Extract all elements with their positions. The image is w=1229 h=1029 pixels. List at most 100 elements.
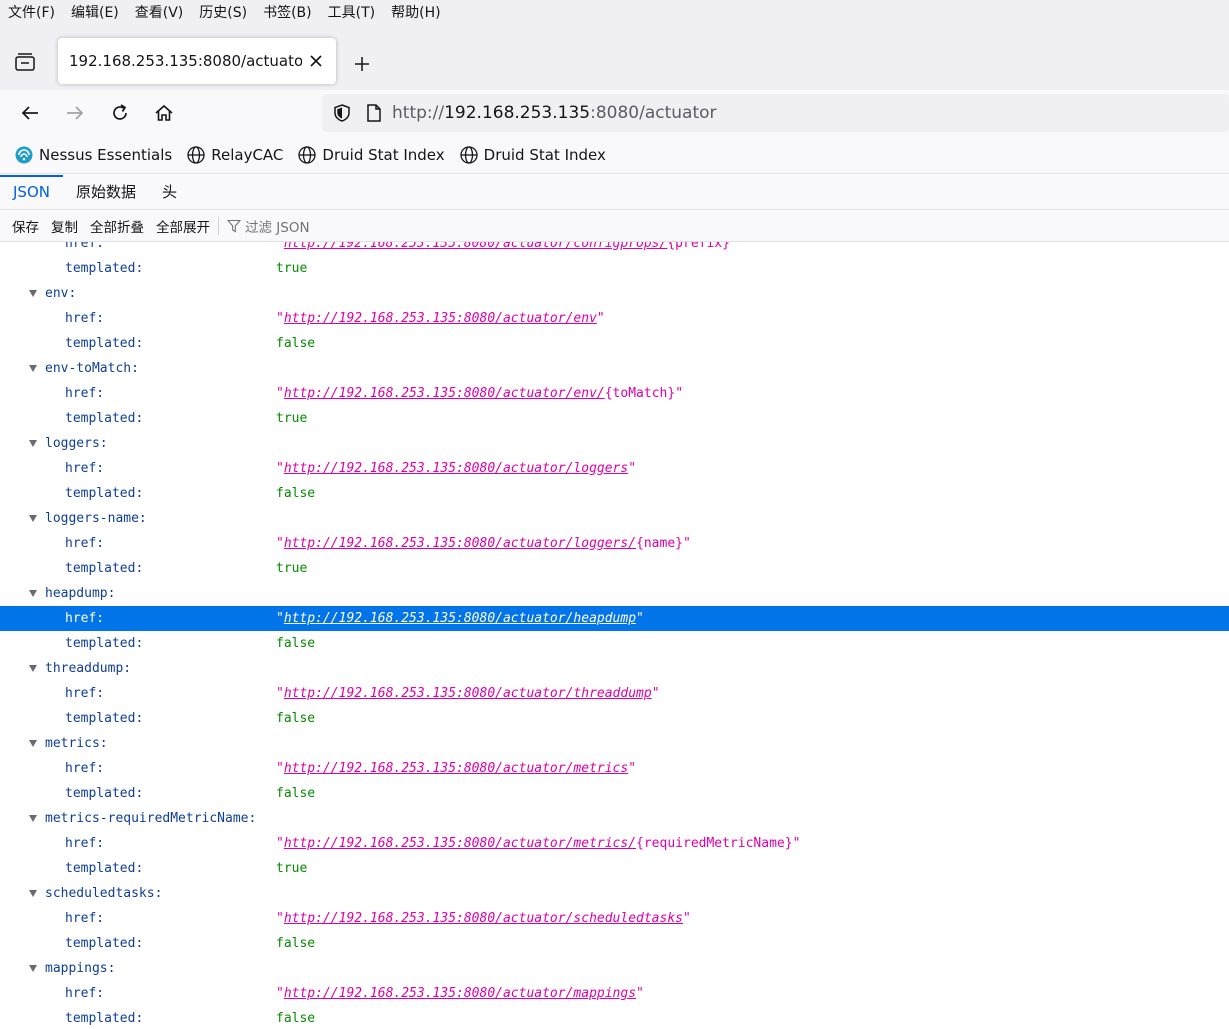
json-bool-value: false xyxy=(276,711,316,726)
tree-leaf-row[interactable]: href: "http://192.168.253.135:8080/actuat… xyxy=(0,381,1229,406)
tree-leaf-row[interactable]: templated: false xyxy=(0,331,1229,356)
json-link[interactable]: http://192.168.253.135:8080/actuator/met… xyxy=(284,836,636,851)
tree-leaf-row[interactable]: href: "http://192.168.253.135:8080/actuat… xyxy=(0,981,1229,1006)
bookmark-druid-1[interactable]: Druid Stat Index xyxy=(297,145,445,165)
new-tab-button[interactable] xyxy=(348,51,376,77)
json-key: templated: xyxy=(65,711,144,726)
tree-leaf-row[interactable]: templated: false xyxy=(0,1006,1229,1029)
menu-tools[interactable]: 工具(T) xyxy=(328,2,375,22)
json-string-value: "http://192.168.253.135:8080/actuator/me… xyxy=(276,761,637,776)
tab-list-button[interactable] xyxy=(10,50,40,76)
json-key: heapdump: xyxy=(45,586,116,601)
tree-object-row[interactable]: metrics-requiredMetricName: xyxy=(0,806,1229,831)
tree-leaf-row[interactable]: href: "http://192.168.253.135:8080/actuat… xyxy=(0,456,1229,481)
tree-leaf-row[interactable]: href: "http://192.168.253.135:8080/actuat… xyxy=(0,756,1229,781)
tree-leaf-row[interactable]: href: "http://192.168.253.135:8080/actuat… xyxy=(0,906,1229,931)
json-string-value: "http://192.168.253.135:8080/actuator/en… xyxy=(276,386,684,401)
json-link[interactable]: http://192.168.253.135:8080/actuator/env xyxy=(284,311,597,326)
twisty-expanded-icon[interactable] xyxy=(29,440,37,447)
bookmark-druid-2[interactable]: Druid Stat Index xyxy=(459,145,606,165)
menu-view[interactable]: 查看(V) xyxy=(135,2,184,22)
tab-json[interactable]: JSON xyxy=(0,175,63,210)
collapse-all-button[interactable]: 全部折叠 xyxy=(84,216,150,236)
tab-strip: 192.168.253.135:8080/actuator xyxy=(0,24,1229,90)
menu-help[interactable]: 帮助(H) xyxy=(391,2,440,22)
tree-object-row[interactable]: heapdump: xyxy=(0,581,1229,606)
json-link[interactable]: http://192.168.253.135:8080/actuator/sch… xyxy=(284,911,683,926)
back-button[interactable] xyxy=(16,99,44,127)
url-host: 192.168.253.135 xyxy=(444,103,591,123)
url-text[interactable]: http://192.168.253.135:8080/actuator xyxy=(392,103,717,123)
tree-leaf-row[interactable]: templated: false xyxy=(0,931,1229,956)
tree-leaf-row[interactable]: href: "http://192.168.253.135:8080/actuat… xyxy=(0,831,1229,856)
json-link[interactable]: http://192.168.253.135:8080/actuator/met… xyxy=(284,761,628,776)
tree-leaf-row[interactable]: templated: false xyxy=(0,631,1229,656)
twisty-expanded-icon[interactable] xyxy=(29,815,37,822)
json-string-value: "http://192.168.253.135:8080/actuator/th… xyxy=(276,686,660,701)
tab-actuator[interactable]: 192.168.253.135:8080/actuator xyxy=(58,38,336,84)
tree-leaf-row[interactable]: href: "http://192.168.253.135:8080/actuat… xyxy=(0,606,1229,631)
json-key: templated: xyxy=(65,786,144,801)
json-bool-value: false xyxy=(276,786,316,801)
tree-object-row[interactable]: loggers-name: xyxy=(0,506,1229,531)
reload-button[interactable] xyxy=(106,99,134,127)
json-link[interactable]: http://192.168.253.135:8080/actuator/env… xyxy=(284,386,605,401)
twisty-expanded-icon[interactable] xyxy=(29,590,37,597)
twisty-expanded-icon[interactable] xyxy=(29,515,37,522)
tree-leaf-row[interactable]: templated: true xyxy=(0,856,1229,881)
json-link[interactable]: http://192.168.253.135:8080/actuator/log… xyxy=(284,461,628,476)
tree-leaf-row[interactable]: href: "http://192.168.253.135:8080/actuat… xyxy=(0,242,1229,256)
globe-icon xyxy=(459,145,479,165)
tree-leaf-row[interactable]: templated: false xyxy=(0,781,1229,806)
page-icon[interactable] xyxy=(366,103,382,123)
json-link[interactable]: http://192.168.253.135:8080/actuator/map… xyxy=(284,986,636,1001)
json-link[interactable]: http://192.168.253.135:8080/actuator/thr… xyxy=(284,686,652,701)
tree-leaf-row[interactable]: templated: false xyxy=(0,706,1229,731)
json-link[interactable]: http://192.168.253.135:8080/actuator/con… xyxy=(284,242,668,251)
twisty-expanded-icon[interactable] xyxy=(29,665,37,672)
forward-button[interactable] xyxy=(61,99,89,127)
tree-object-row[interactable]: loggers: xyxy=(0,431,1229,456)
twisty-expanded-icon[interactable] xyxy=(29,365,37,372)
menu-edit[interactable]: 编辑(E) xyxy=(71,2,119,22)
twisty-expanded-icon[interactable] xyxy=(29,290,37,297)
json-link[interactable]: http://192.168.253.135:8080/actuator/log… xyxy=(284,536,636,551)
tab-headers[interactable]: 头 xyxy=(149,175,190,210)
filter-json-input[interactable]: 过滤 JSON xyxy=(227,216,310,236)
tree-object-row[interactable]: scheduledtasks: xyxy=(0,881,1229,906)
json-string-value: "http://192.168.253.135:8080/actuator/me… xyxy=(276,836,801,851)
shield-icon[interactable] xyxy=(332,103,352,123)
twisty-expanded-icon[interactable] xyxy=(29,740,37,747)
json-key: templated: xyxy=(65,936,144,951)
tab-close-button[interactable] xyxy=(302,47,330,75)
menu-file[interactable]: 文件(F) xyxy=(8,2,55,22)
expand-all-button[interactable]: 全部展开 xyxy=(150,216,216,236)
tree-leaf-row[interactable]: templated: false xyxy=(0,481,1229,506)
url-bar[interactable]: http://192.168.253.135:8080/actuator xyxy=(322,94,1229,132)
tree-object-row[interactable]: threaddump: xyxy=(0,656,1229,681)
tree-object-row[interactable]: env: xyxy=(0,281,1229,306)
tab-raw-data[interactable]: 原始数据 xyxy=(63,175,149,210)
tree-leaf-row[interactable]: href: "http://192.168.253.135:8080/actuat… xyxy=(0,531,1229,556)
json-key: metrics: xyxy=(45,736,108,751)
tree-leaf-row[interactable]: templated: true xyxy=(0,256,1229,281)
tree-leaf-row[interactable]: href: "http://192.168.253.135:8080/actuat… xyxy=(0,681,1229,706)
json-link[interactable]: http://192.168.253.135:8080/actuator/hea… xyxy=(284,611,636,626)
twisty-expanded-icon[interactable] xyxy=(29,965,37,972)
tree-object-row[interactable]: mappings: xyxy=(0,956,1229,981)
tab-title: 192.168.253.135:8080/actuator xyxy=(69,52,302,70)
tree-object-row[interactable]: env-toMatch: xyxy=(0,356,1229,381)
home-button[interactable] xyxy=(150,99,178,127)
tree-leaf-row[interactable]: href: "http://192.168.253.135:8080/actuat… xyxy=(0,306,1229,331)
save-button[interactable]: 保存 xyxy=(6,216,45,236)
bookmark-nessus[interactable]: Nessus Essentials xyxy=(14,145,172,165)
menu-bookmarks[interactable]: 书签(B) xyxy=(263,2,312,22)
tree-leaf-row[interactable]: templated: true xyxy=(0,406,1229,431)
menu-history[interactable]: 历史(S) xyxy=(199,2,247,22)
tree-leaf-row[interactable]: templated: true xyxy=(0,556,1229,581)
navigation-bar: http://192.168.253.135:8080/actuator xyxy=(0,90,1229,136)
tree-object-row[interactable]: metrics: xyxy=(0,731,1229,756)
copy-button[interactable]: 复制 xyxy=(45,216,84,236)
twisty-expanded-icon[interactable] xyxy=(29,890,37,897)
bookmark-relaycac[interactable]: RelayCAC xyxy=(186,145,283,165)
